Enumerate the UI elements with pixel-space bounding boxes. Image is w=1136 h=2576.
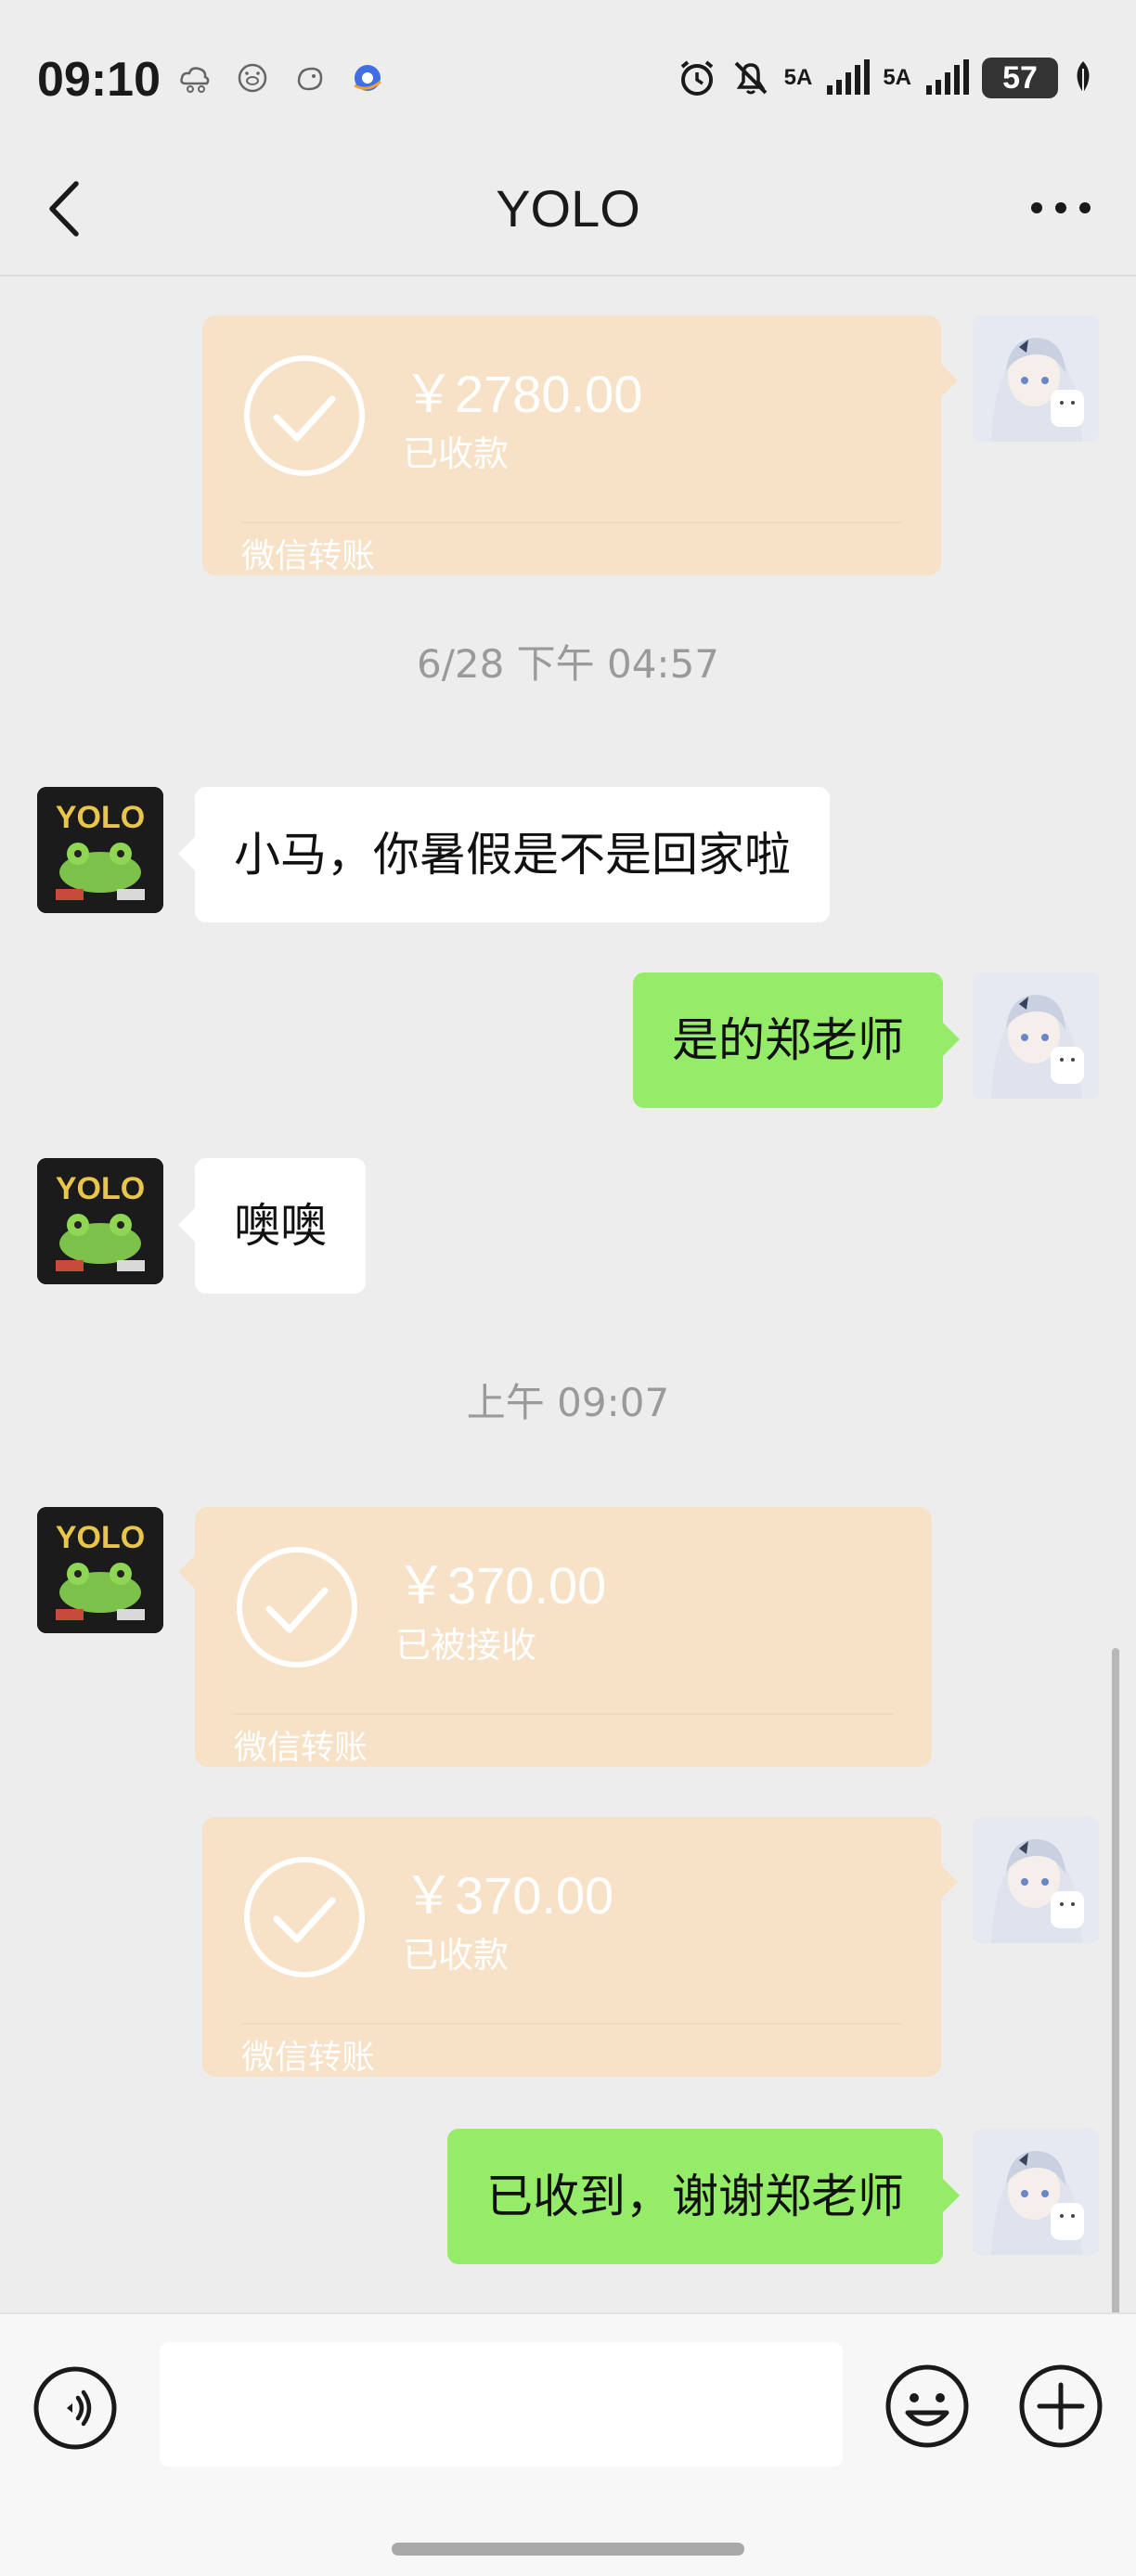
yolo-frog-avatar-icon: YOLO bbox=[37, 787, 163, 913]
message-bubble-incoming[interactable]: 小马，你暑假是不是回家啦 bbox=[178, 787, 830, 922]
chat-area[interactable]: ￥2780.00 已收款 微信转账 6/28 下午 04:57 YOLO 小马，… bbox=[0, 278, 1136, 2320]
transfer-status: 已收款 bbox=[403, 1935, 510, 1976]
transfer-amount: ￥370.00 bbox=[395, 1556, 607, 1615]
notification-icons bbox=[178, 61, 384, 95]
my-avatar[interactable] bbox=[973, 316, 1099, 442]
contact-avatar[interactable]: YOLO bbox=[37, 1507, 163, 1633]
leaf-icon bbox=[1077, 61, 1090, 95]
transfer-source: 微信转账 bbox=[241, 2039, 376, 2077]
transfer-amount: ￥2780.00 bbox=[403, 365, 643, 423]
transfer-card[interactable]: ￥2780.00 已收款 微信转账 bbox=[202, 316, 958, 575]
yolo-frog-avatar-icon: YOLO bbox=[37, 1158, 163, 1284]
transfer-card[interactable]: ￥370.00 已收款 微信转账 bbox=[202, 1817, 958, 2077]
status-time: 09:10 bbox=[37, 53, 161, 107]
divider bbox=[234, 1713, 893, 1715]
signal-label-1: 5A bbox=[783, 65, 813, 90]
more-dots-icon bbox=[1031, 202, 1091, 213]
battery-icon: 57 bbox=[982, 58, 1058, 98]
more-button[interactable] bbox=[1028, 191, 1093, 225]
timestamp: 6/28 下午 04:57 bbox=[416, 641, 720, 687]
alarm-icon bbox=[680, 60, 713, 96]
check-circle-icon bbox=[244, 1857, 365, 1977]
check-circle-icon bbox=[244, 355, 365, 476]
my-avatar[interactable] bbox=[973, 2129, 1099, 2255]
signal-label-2: 5A bbox=[883, 65, 911, 90]
svg-text:YOLO: YOLO bbox=[56, 800, 145, 835]
my-avatar[interactable] bbox=[973, 1817, 1099, 1943]
home-indicator[interactable] bbox=[392, 2543, 744, 2556]
divider bbox=[241, 2023, 902, 2025]
anime-girl-avatar-icon bbox=[973, 1817, 1099, 1943]
timestamp: 上午 09:07 bbox=[466, 1380, 670, 1425]
transfer-status: 已被接收 bbox=[395, 1625, 537, 1666]
bird-app-icon bbox=[293, 61, 327, 95]
message-bubble-outgoing[interactable]: 已收到，谢谢郑老师 bbox=[447, 2129, 960, 2264]
plus-button[interactable] bbox=[1017, 2363, 1104, 2450]
svg-text:YOLO: YOLO bbox=[56, 1520, 145, 1555]
contact-avatar[interactable]: YOLO bbox=[37, 787, 163, 913]
transfer-source: 微信转账 bbox=[234, 1729, 368, 1767]
transfer-amount: ￥370.00 bbox=[403, 1866, 614, 1925]
divider bbox=[241, 522, 902, 523]
status-bar: 09:10 5A 5A 57 bbox=[0, 0, 1136, 139]
message-bubble-outgoing[interactable]: 是的郑老师 bbox=[633, 972, 960, 1108]
anime-girl-avatar-icon bbox=[973, 316, 1099, 442]
signal-icon bbox=[926, 59, 969, 95]
scrollbar[interactable] bbox=[1112, 1648, 1119, 2320]
message-bubble-incoming[interactable]: 噢噢 bbox=[178, 1158, 366, 1294]
plus-icon bbox=[1019, 2364, 1103, 2448]
mute-bell-icon bbox=[734, 61, 768, 95]
cloud-app-icon bbox=[178, 61, 212, 95]
transfer-card[interactable]: ￥370.00 已被接收 微信转账 bbox=[178, 1507, 932, 1767]
message-input[interactable] bbox=[160, 2342, 843, 2467]
system-status: 5A 5A 57 bbox=[677, 58, 1095, 98]
check-circle-icon bbox=[237, 1547, 357, 1668]
emoji-icon bbox=[885, 2364, 969, 2448]
voice-button[interactable] bbox=[32, 2364, 119, 2452]
blue-app-icon bbox=[351, 61, 384, 95]
signal-icon bbox=[827, 59, 871, 95]
input-bar bbox=[0, 2312, 1136, 2576]
yolo-frog-avatar-icon: YOLO bbox=[37, 1507, 163, 1633]
chat-title: YOLO bbox=[496, 179, 640, 238]
voice-icon bbox=[33, 2366, 117, 2450]
anime-girl-avatar-icon bbox=[973, 972, 1099, 1099]
transfer-status: 已收款 bbox=[403, 433, 510, 474]
svg-text:YOLO: YOLO bbox=[56, 1171, 145, 1206]
pig-app-icon bbox=[236, 61, 269, 95]
anime-girl-avatar-icon bbox=[973, 2129, 1099, 2255]
emoji-button[interactable] bbox=[884, 2363, 971, 2450]
transfer-source: 微信转账 bbox=[241, 537, 376, 575]
contact-avatar[interactable]: YOLO bbox=[37, 1158, 163, 1284]
my-avatar[interactable] bbox=[973, 972, 1099, 1099]
title-bar: YOLO bbox=[0, 139, 1136, 277]
